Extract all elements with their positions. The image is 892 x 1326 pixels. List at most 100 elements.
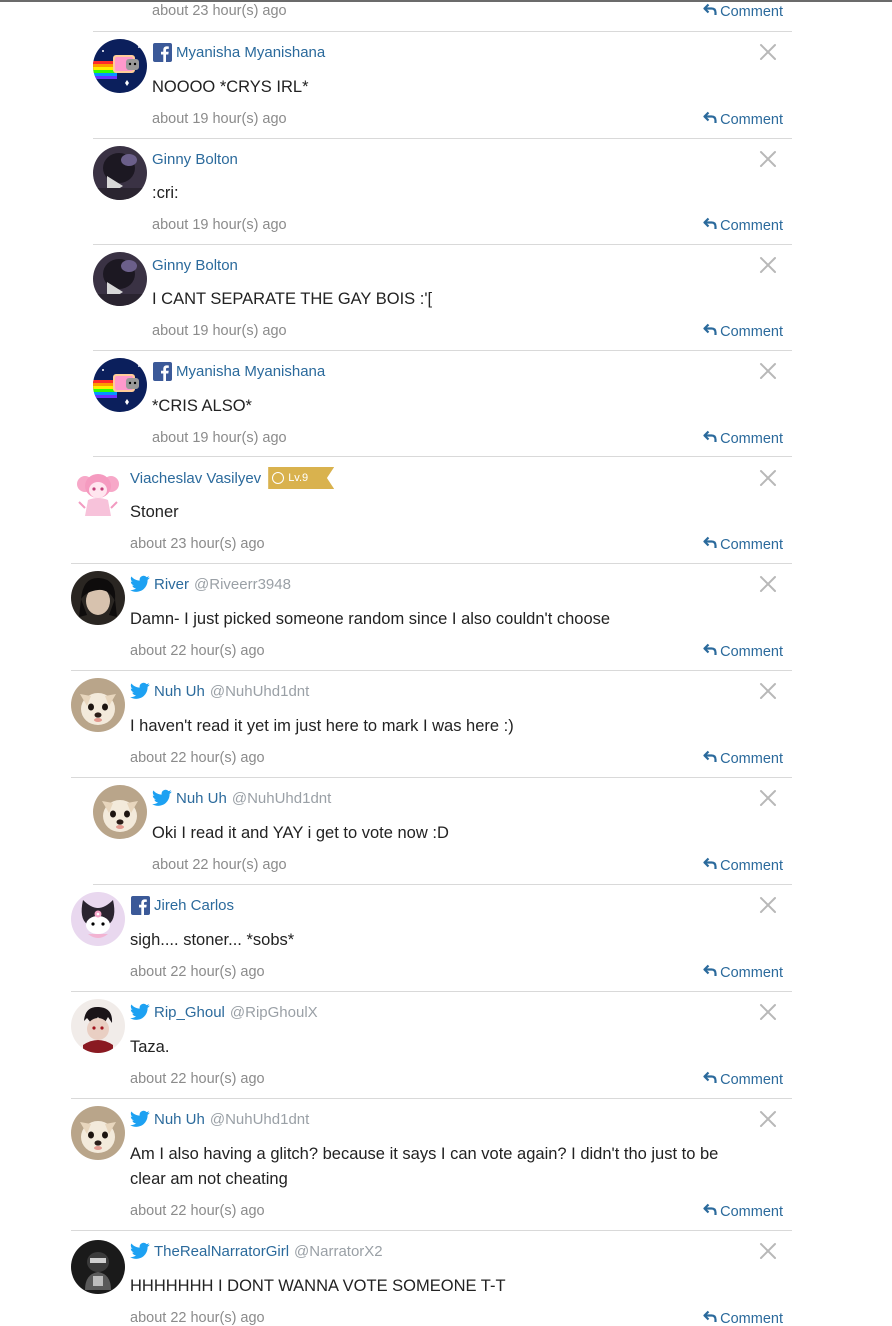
comment-button[interactable]: Comment [703,3,783,20]
user-handle: @Riveerr3948 [194,575,291,593]
close-icon[interactable] [759,896,777,914]
user-name[interactable]: Ginny Bolton [152,151,238,168]
avatar[interactable] [71,466,125,520]
comment-button[interactable]: Comment [703,964,783,981]
reply-icon [703,3,720,20]
comment-header: Jireh Carlos [130,894,234,916]
comment-header: Nuh Uh @NuhUhd1dnt [130,1108,309,1130]
timestamp: about 19 hour(s) ago [152,323,287,339]
timestamp: about 22 hour(s) ago [130,643,265,659]
user-name[interactable]: Ginny Bolton [152,257,238,274]
close-icon[interactable] [759,575,777,593]
reply-icon [703,1203,720,1220]
comment-button-label: Comment [720,1071,783,1088]
timestamp: about 19 hour(s) ago [152,217,287,233]
user-name[interactable]: Jireh Carlos [154,897,234,914]
avatar[interactable] [93,252,147,306]
user-name[interactable]: Myanisha Myanishana [176,44,325,61]
comment-button[interactable]: Comment [703,430,783,447]
reply-comment: Nuh Uh @NuhUhd1dnt Oki I read it and YAY i… [93,778,792,885]
comment-button[interactable]: Comment [703,536,783,553]
comment: TheRealNarratorGirl @NarratorX2 HHHHHHH I … [71,1231,792,1326]
user-name[interactable]: Myanisha Myanishana [176,363,325,380]
close-icon[interactable] [759,256,777,274]
comment-header: Myanisha Myanishana [152,41,325,63]
comment-button[interactable]: Comment [703,323,783,340]
comment-header: Ginny Bolton [152,148,238,170]
comment-button-label: Comment [720,750,783,767]
user-name[interactable]: TheRealNarratorGirl [154,1243,289,1260]
comment-button-label: Comment [720,111,783,128]
close-icon[interactable] [759,682,777,700]
comment-button[interactable]: Comment [703,857,783,874]
avatar[interactable] [71,1106,125,1160]
comment-button[interactable]: Comment [703,643,783,660]
avatar[interactable] [93,785,147,839]
reply-icon [703,1071,720,1088]
reply-comment: Ginny Bolton:cri: about 19 hour(s) ago Com… [93,139,792,245]
comment-button-label: Comment [720,857,783,874]
comment-header: River @Riveerr3948 [130,573,291,595]
timestamp: about 23 hour(s) ago [152,3,287,19]
comment-button-label: Comment [720,1310,783,1326]
comment: Rip_Ghoul @RipGhoulX Taza. about 22 hour(s)… [71,992,792,1099]
avatar[interactable] [71,1240,125,1294]
avatar[interactable] [93,39,147,93]
avatar[interactable] [71,571,125,625]
close-icon[interactable] [759,362,777,380]
comment-header: Ginny Bolton [152,254,238,276]
comment: Nuh Uh @NuhUhd1dnt Am I also having a glit… [71,1099,792,1231]
close-icon[interactable] [759,1242,777,1260]
reply-icon [703,536,720,553]
user-name[interactable]: Nuh Uh [154,683,205,700]
timestamp: about 22 hour(s) ago [130,750,265,766]
comment: River @Riveerr3948 Damn- I just picked som… [71,564,792,671]
close-icon[interactable] [759,150,777,168]
avatar[interactable] [71,892,125,946]
user-name[interactable]: River [154,576,189,593]
comment-button[interactable]: Comment [703,1310,783,1326]
reply-icon [703,217,720,234]
reply-comment: about 23 hour(s) ago Comment [93,0,792,32]
comment-button[interactable]: Comment [703,1203,783,1220]
comment-header: Myanisha Myanishana [152,360,325,382]
comment-button[interactable]: Comment [703,217,783,234]
user-handle: @NarratorX2 [294,1242,383,1260]
comment-text: Stoner [130,503,179,521]
user-name[interactable]: Nuh Uh [176,790,227,807]
twitter-icon [130,574,150,594]
avatar[interactable] [71,999,125,1053]
comment: Nuh Uh @NuhUhd1dnt I haven't read it yet i… [71,671,792,778]
timestamp: about 22 hour(s) ago [130,964,265,980]
comment-text: Am I also having a glitch? because it sa… [130,1145,719,1188]
level-label: Lv.9 [288,472,309,484]
comment-button-label: Comment [720,3,783,20]
twitter-icon [130,1002,150,1022]
close-icon[interactable] [759,789,777,807]
comment: Jireh Carlos sigh.... stoner... *sobs* abo… [71,885,792,992]
user-name[interactable]: Nuh Uh [154,1111,205,1128]
twitter-icon [152,788,172,808]
comment-button[interactable]: Comment [703,111,783,128]
reply-icon [703,323,720,340]
comment-button[interactable]: Comment [703,750,783,767]
facebook-icon [152,42,172,62]
close-icon[interactable] [759,43,777,61]
comment-button[interactable]: Comment [703,1071,783,1088]
user-name[interactable]: Rip_Ghoul [154,1004,225,1021]
reply-icon [703,111,720,128]
comment-button-label: Comment [720,964,783,981]
comment-text: NOOOO *CRYS IRL* [152,78,309,96]
comment-text: Oki I read it and YAY i get to vote now … [152,824,449,842]
comment-text: sigh.... stoner... *sobs* [130,931,295,949]
avatar[interactable] [93,358,147,412]
comment-header: Nuh Uh @NuhUhd1dnt [152,787,331,809]
avatar[interactable] [93,146,147,200]
close-icon[interactable] [759,1003,777,1021]
close-icon[interactable] [759,469,777,487]
user-name[interactable]: Viacheslav Vasilyev [130,470,261,487]
close-icon[interactable] [759,1110,777,1128]
user-handle: @NuhUhd1dnt [231,789,332,807]
avatar[interactable] [71,678,125,732]
comment-feed: about 23 hour(s) ago Comment Myanisha Mya… [0,0,892,1326]
